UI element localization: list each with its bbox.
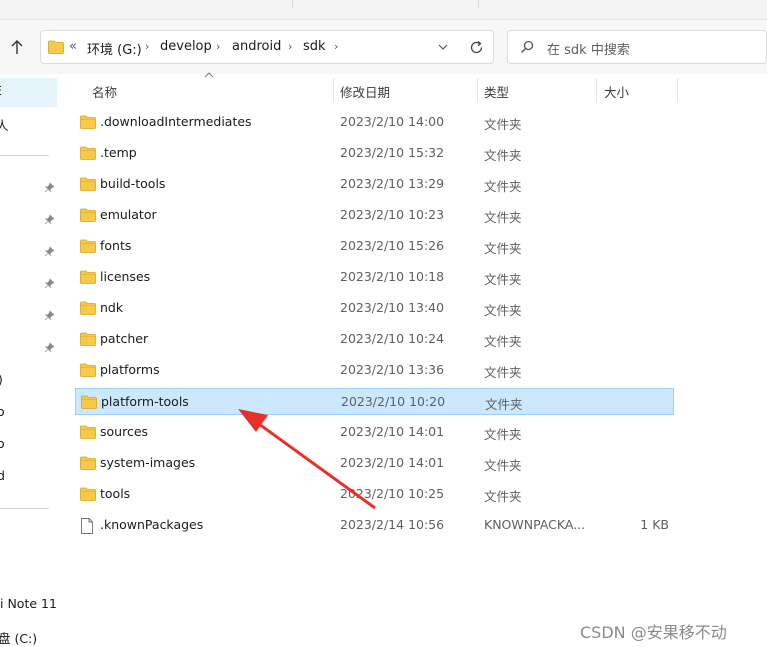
annotation-arrow xyxy=(238,409,376,510)
watermark: CSDN @安果移不动 xyxy=(580,623,727,642)
